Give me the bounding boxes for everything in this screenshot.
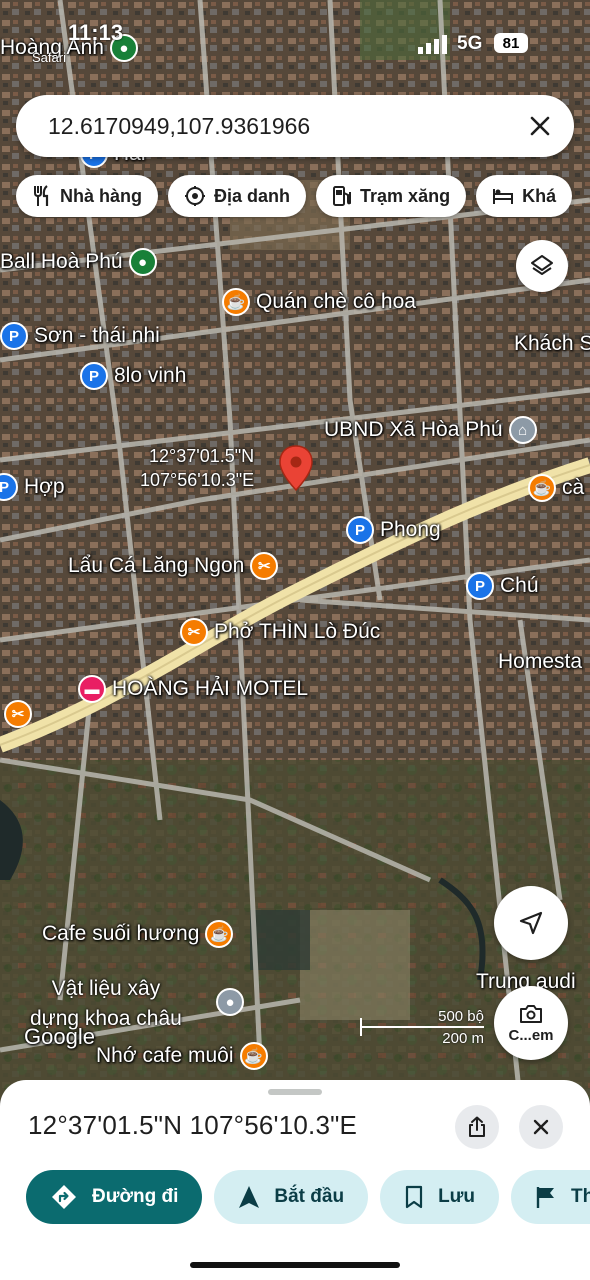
chip-restaurants[interactable]: Nhà hàng bbox=[16, 175, 159, 217]
close-icon bbox=[533, 1119, 549, 1135]
cafe-icon: ☕ bbox=[205, 920, 234, 948]
battery-icon: 81 bbox=[494, 33, 528, 53]
place-label-phong[interactable]: P Phong bbox=[346, 516, 441, 544]
restaurant-icon: ✂ bbox=[250, 552, 279, 580]
place-label-motel[interactable]: ▬ HOÀNG HẢI MOTEL bbox=[78, 675, 308, 703]
place-label-hop[interactable]: P Hợp bbox=[0, 473, 65, 501]
parking-icon: P bbox=[0, 473, 18, 501]
parking-icon: P bbox=[346, 516, 374, 544]
navigation-arrow-icon bbox=[519, 911, 543, 935]
search-bar[interactable]: 12.6170949,107.9361966 bbox=[16, 95, 574, 157]
layers-button[interactable] bbox=[516, 240, 568, 292]
category-chips: Nhà hàng Địa danh Trạm xăng Khá bbox=[16, 175, 573, 217]
place-label-ubnd[interactable]: UBND Xã Hòa Phú ⌂ bbox=[324, 416, 537, 444]
restaurant-icon: ✂ bbox=[4, 700, 32, 728]
government-building-icon: ⌂ bbox=[508, 416, 537, 444]
sheet-drag-handle[interactable] bbox=[268, 1089, 322, 1095]
parking-icon: P bbox=[80, 362, 108, 390]
place-label-son[interactable]: P Sơn - thái nhi bbox=[0, 322, 160, 350]
camera-icon bbox=[520, 1004, 542, 1023]
gas-station-icon bbox=[333, 186, 352, 206]
chip-hotels[interactable]: Khá bbox=[476, 175, 573, 217]
landmark-icon bbox=[185, 186, 206, 206]
directions-icon bbox=[52, 1185, 76, 1209]
chip-gas-stations[interactable]: Trạm xăng bbox=[316, 175, 467, 217]
action-buttons: Đường đi Bắt đầu Lưu Th bbox=[26, 1170, 590, 1224]
restaurant-icon bbox=[34, 185, 49, 206]
my-location-button[interactable] bbox=[494, 886, 568, 960]
dropped-pin-icon[interactable] bbox=[278, 444, 314, 492]
hotel-icon bbox=[493, 189, 514, 204]
hotel-icon: ▬ bbox=[78, 675, 106, 703]
navigation-icon bbox=[239, 1186, 260, 1208]
place-label-lau-ca[interactable]: Lẩu Cá Lăng Ngon ✂ bbox=[68, 552, 279, 580]
dropped-pin-coords: 12°37'01.5"N 107°56'10.3"E bbox=[140, 446, 255, 490]
search-input[interactable]: 12.6170949,107.9361966 bbox=[48, 113, 518, 140]
place-label-homestay[interactable]: Homesta bbox=[498, 650, 582, 674]
layers-icon bbox=[531, 255, 553, 275]
place-label-chu[interactable]: P Chú bbox=[466, 572, 539, 600]
home-indicator[interactable] bbox=[190, 1262, 400, 1268]
place-label-pho[interactable]: ✂ Phở THÌN Lò Đúc bbox=[180, 618, 380, 646]
clock: 11:13 bbox=[68, 20, 124, 45]
scale-bar: 500 bộ 200 m bbox=[360, 1008, 484, 1048]
place-label-restaurant-west[interactable]: ✂ bbox=[4, 700, 32, 728]
place-title: 12°37'01.5"N 107°56'10.3"E bbox=[28, 1110, 358, 1140]
chip-landmarks[interactable]: Địa danh bbox=[168, 175, 307, 217]
share-icon bbox=[469, 1116, 485, 1137]
place-label-ca[interactable]: ☕ cà bbox=[528, 474, 584, 502]
save-button[interactable]: Lưu bbox=[380, 1170, 500, 1224]
bookmark-icon bbox=[405, 1185, 423, 1209]
clear-search-button[interactable] bbox=[518, 104, 562, 148]
restaurant-icon: ✂ bbox=[180, 618, 208, 646]
start-button[interactable]: Bắt đầu bbox=[214, 1170, 369, 1224]
place-label-khach[interactable]: Khách S bbox=[514, 332, 590, 356]
sports-icon: ● bbox=[128, 248, 157, 276]
place-label-8lo-vinh[interactable]: P 8lo vinh bbox=[80, 362, 186, 390]
cafe-icon: ☕ bbox=[239, 1042, 268, 1070]
place-label-quan-che[interactable]: ☕ Quán chè cô hoa bbox=[222, 288, 416, 316]
flag-button[interactable]: Th bbox=[511, 1170, 590, 1224]
signal-icon bbox=[418, 35, 447, 54]
place-label-ball-hoa-phu[interactable]: Ball Hoà Phú ● bbox=[0, 248, 157, 276]
place-label-nho-cafe[interactable]: Nhớ cafe muôi ☕ bbox=[96, 1042, 268, 1070]
close-sheet-button[interactable] bbox=[519, 1105, 563, 1149]
store-icon: ● bbox=[216, 988, 244, 1016]
status-bar: 11:13 Safari 5G 81 bbox=[0, 0, 590, 70]
place-bottom-sheet[interactable]: 12°37'01.5"N 107°56'10.3"E Đường đi Bắt … bbox=[0, 1080, 590, 1280]
back-to-app[interactable]: Safari bbox=[32, 50, 66, 65]
place-label-cafe-suoi[interactable]: Cafe suối hương ☕ bbox=[42, 920, 234, 948]
parking-icon: P bbox=[466, 572, 494, 600]
cafe-icon: ☕ bbox=[528, 474, 556, 502]
flag-icon bbox=[536, 1187, 555, 1208]
share-button[interactable] bbox=[455, 1105, 499, 1149]
cafe-icon: ☕ bbox=[222, 288, 250, 316]
network-type: 5G bbox=[457, 33, 483, 54]
directions-button[interactable]: Đường đi bbox=[26, 1170, 203, 1224]
parking-icon: P bbox=[0, 322, 28, 350]
close-icon bbox=[530, 116, 550, 136]
google-logo: Google bbox=[24, 1024, 95, 1049]
camera-search-button[interactable]: C...em bbox=[494, 986, 568, 1060]
